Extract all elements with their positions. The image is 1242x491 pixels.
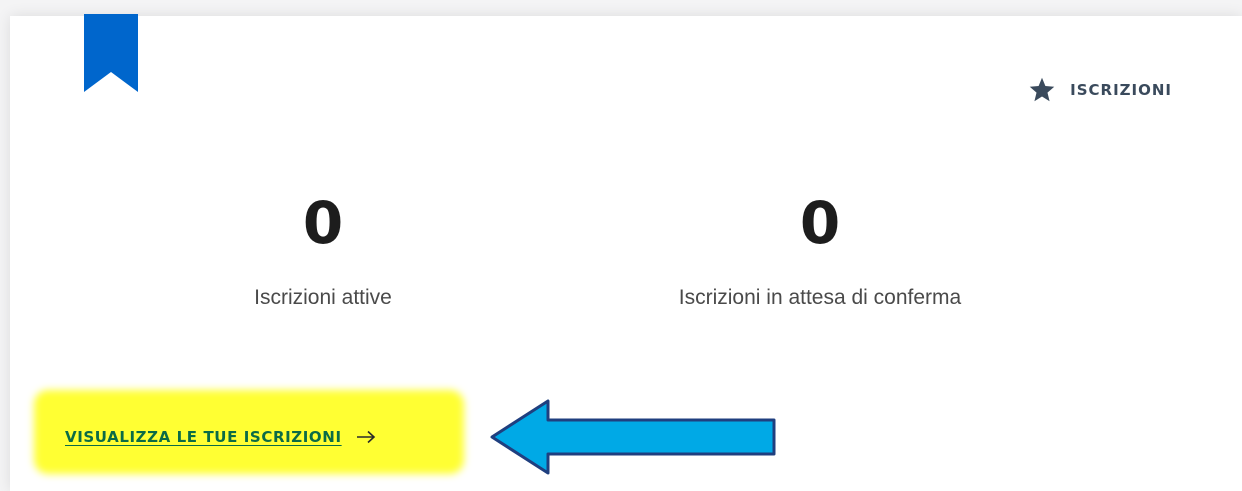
arrow-right-icon (356, 430, 375, 444)
view-registrations-link[interactable]: VISUALIZZA LE TUE ISCRIZIONI (65, 428, 376, 446)
stat-value: 0 (302, 189, 344, 257)
card-header: ISCRIZIONI (1028, 76, 1172, 104)
blue-arrow-annotation (490, 399, 776, 475)
view-registrations-label: VISUALIZZA LE TUE ISCRIZIONI (65, 428, 342, 446)
card-title: ISCRIZIONI (1070, 81, 1172, 99)
star-icon (1029, 77, 1055, 102)
bookmark-icon (84, 14, 138, 92)
stat-label: Iscrizioni attive (254, 286, 392, 309)
stat-label: Iscrizioni in attesa di conferma (678, 286, 962, 309)
stat-active-registrations: 0 Iscrizioni attive (218, 188, 428, 310)
stat-value: 0 (799, 189, 841, 257)
stat-pending-registrations: 0 Iscrizioni in attesa di conferma (610, 188, 1030, 310)
